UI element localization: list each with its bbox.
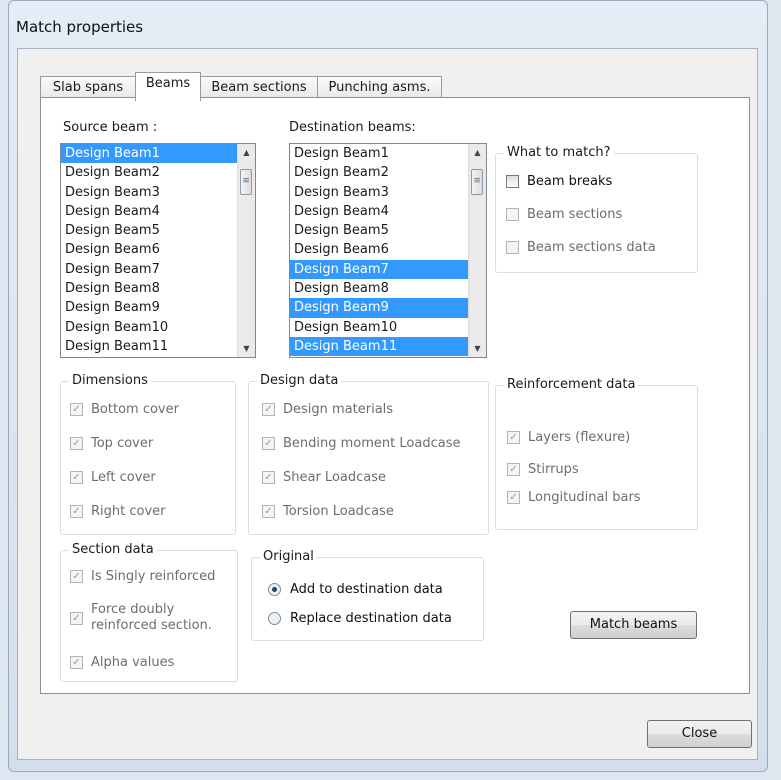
list-item[interactable]: Design Beam3 <box>290 183 486 202</box>
design-data-title: Design data <box>257 373 342 388</box>
list-item[interactable]: Design Beam9 <box>290 298 486 318</box>
check-icon: ✓ <box>70 505 83 518</box>
torsion-loadcase-checkbox[interactable]: ✓ Torsion Loadcase <box>262 504 394 519</box>
list-item[interactable]: Design Beam9 <box>61 298 255 317</box>
design-data-group: Design data ✓ Design materials ✓ Bending m… <box>248 373 489 535</box>
shear-loadcase-checkbox[interactable]: ✓ Shear Loadcase <box>262 470 386 485</box>
list-item[interactable]: Design Beam8 <box>61 279 255 298</box>
beam-breaks-checkbox[interactable]: Beam breaks <box>506 174 612 189</box>
list-item[interactable]: Design Beam10 <box>290 318 486 337</box>
check-icon: ✓ <box>507 491 520 504</box>
dimensions-title: Dimensions <box>69 373 151 388</box>
close-button[interactable]: Close <box>647 720 752 748</box>
check-icon: ✓ <box>70 437 83 450</box>
stirrups-checkbox[interactable]: ✓ Stirrups <box>507 462 579 477</box>
list-item[interactable]: Design Beam5 <box>290 221 486 240</box>
check-icon: ✓ <box>262 505 275 518</box>
radio-unselected-icon <box>268 612 281 625</box>
check-icon: ✓ <box>70 570 83 583</box>
destination-list-scrollbar[interactable]: ▲ ≡ ▼ <box>468 144 486 357</box>
window-title: Match properties <box>16 18 144 36</box>
bending-moment-loadcase-checkbox[interactable]: ✓ Bending moment Loadcase <box>262 436 460 451</box>
alpha-values-checkbox[interactable]: ✓ Alpha values <box>70 655 174 670</box>
list-item[interactable]: Design Beam11 <box>290 336 486 357</box>
list-item[interactable]: Design Beam8 <box>290 279 486 298</box>
check-icon: ✓ <box>507 431 520 444</box>
list-item[interactable]: Design Beam4 <box>290 202 486 221</box>
scroll-thumb[interactable]: ≡ <box>240 169 252 195</box>
checkbox-box <box>506 241 519 254</box>
force-doubly-reinforced-checkbox[interactable]: ✓ Force doubly reinforced section. <box>70 602 212 634</box>
check-icon: ✓ <box>70 656 83 669</box>
checkbox-box <box>506 175 519 188</box>
is-singly-reinforced-checkbox[interactable]: ✓ Is Singly reinforced <box>70 569 215 584</box>
check-icon: ✓ <box>70 611 83 625</box>
list-item[interactable]: Design Beam4 <box>61 202 255 221</box>
list-item[interactable]: Design Beam6 <box>61 240 255 259</box>
list-item[interactable]: Design Beam1 <box>61 144 255 164</box>
match-beams-button[interactable]: Match beams <box>570 611 697 639</box>
top-cover-checkbox[interactable]: ✓ Top cover <box>70 436 153 451</box>
list-item[interactable]: Design Beam5 <box>61 221 255 240</box>
list-item[interactable]: Design Beam11 <box>61 337 255 356</box>
layers-flexure-checkbox[interactable]: ✓ Layers (flexure) <box>507 430 630 445</box>
list-item[interactable]: Design Beam3 <box>61 183 255 202</box>
replace-destination-radio[interactable]: Replace destination data <box>268 611 452 626</box>
check-icon: ✓ <box>507 463 520 476</box>
check-icon: ✓ <box>262 437 275 450</box>
beam-sections-checkbox[interactable]: Beam sections <box>506 207 622 222</box>
scroll-thumb[interactable]: ≡ <box>471 169 483 195</box>
beam-sections-data-checkbox[interactable]: Beam sections data <box>506 240 656 255</box>
list-item[interactable]: Design Beam2 <box>290 163 486 182</box>
original-group: Original Add to destination data Replace… <box>251 549 484 641</box>
scroll-up-icon[interactable]: ▲ <box>238 144 255 161</box>
add-to-destination-radio[interactable]: Add to destination data <box>268 582 443 597</box>
check-icon: ✓ <box>262 403 275 416</box>
scroll-up-icon[interactable]: ▲ <box>469 144 486 161</box>
reinforcement-data-group: Reinforcement data ✓ Layers (flexure) ✓ St… <box>495 377 698 530</box>
beams-tab-panel: Source beam : Design Beam1 Design Beam2 De… <box>40 97 750 694</box>
what-to-match-group: What to match? Beam breaks Beam sections… <box>495 145 698 273</box>
dimensions-group: Dimensions ✓ Bottom cover ✓ Top cover ✓ Lef… <box>60 373 236 535</box>
list-item[interactable]: Design Beam6 <box>290 240 486 259</box>
radio-selected-icon <box>268 583 281 596</box>
design-materials-checkbox[interactable]: ✓ Design materials <box>262 402 393 417</box>
source-beam-label: Source beam : <box>63 120 158 135</box>
list-item[interactable]: Design Beam7 <box>61 260 255 279</box>
left-cover-checkbox[interactable]: ✓ Left cover <box>70 470 156 485</box>
source-list-scrollbar[interactable]: ▲ ≡ ▼ <box>237 144 255 357</box>
scroll-down-icon[interactable]: ▼ <box>238 340 255 357</box>
what-to-match-title: What to match? <box>504 145 614 160</box>
list-item[interactable]: Design Beam7 <box>290 259 486 280</box>
scroll-down-icon[interactable]: ▼ <box>469 340 486 357</box>
checkbox-box <box>506 208 519 221</box>
list-item[interactable]: Design Beam1 <box>290 144 486 163</box>
reinforcement-data-title: Reinforcement data <box>504 377 639 392</box>
source-beam-list[interactable]: Design Beam1 Design Beam2 Design Beam3 Desi… <box>60 143 256 358</box>
check-icon: ✓ <box>262 471 275 484</box>
original-title: Original <box>260 549 317 564</box>
list-item[interactable]: Design Beam10 <box>61 318 255 337</box>
section-data-title: Section data <box>69 542 157 557</box>
tab-beams[interactable]: Beams <box>135 72 201 101</box>
longitudinal-bars-checkbox[interactable]: ✓ Longitudinal bars <box>507 490 641 505</box>
right-cover-checkbox[interactable]: ✓ Right cover <box>70 504 166 519</box>
bottom-cover-checkbox[interactable]: ✓ Bottom cover <box>70 402 179 417</box>
section-data-group: Section data ✓ Is Singly reinforced ✓ For… <box>60 542 238 682</box>
destination-beams-list[interactable]: Design Beam1 Design Beam2 Design Beam3 Desi… <box>289 143 487 358</box>
check-icon: ✓ <box>70 403 83 416</box>
destination-beams-label: Destination beams: <box>289 120 416 135</box>
check-icon: ✓ <box>70 471 83 484</box>
list-item[interactable]: Design Beam2 <box>61 163 255 182</box>
